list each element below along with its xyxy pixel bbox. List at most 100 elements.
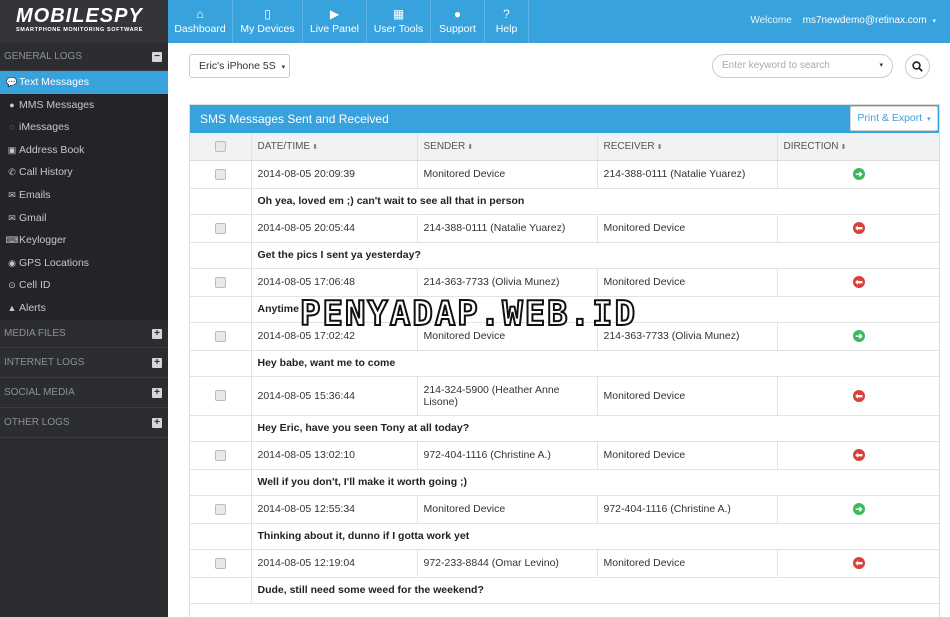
row-select-cell[interactable] (190, 160, 252, 189)
section-label: MEDIA FILES (4, 327, 66, 339)
briefcase-icon: ▦ (392, 7, 405, 21)
sidebar-item-alerts[interactable]: ▲ Alerts (0, 297, 168, 320)
section-general-logs[interactable]: GENERAL LOGS − (0, 43, 168, 71)
spacer-cell (190, 350, 252, 377)
sender-cell: 214-324-5900 (Heather Anne Lisone) (417, 376, 598, 416)
select-all-checkbox[interactable] (214, 140, 226, 152)
expand-icon[interactable]: + (152, 357, 162, 368)
chat-icon: 💬 (6, 77, 18, 87)
column-header-receiver[interactable]: RECEIVER ⬍ (597, 133, 778, 161)
export-label: Print & Export (857, 112, 923, 124)
nav-support[interactable]: ● Support (431, 0, 485, 43)
table-row[interactable]: 2014-08-05 17:02:42 Monitored Device 214-3… (190, 322, 939, 351)
sidebar-item-label: Emails (19, 188, 51, 201)
user-email[interactable]: ms7newdemo@retinax.com (803, 15, 927, 26)
row-select-cell[interactable] (190, 268, 252, 297)
row-checkbox[interactable] (214, 557, 226, 569)
column-header-direction[interactable]: DIRECTION ⬍ (777, 133, 939, 161)
expand-icon[interactable]: + (152, 417, 162, 428)
datetime-cell: 2014-08-05 17:06:48 (251, 268, 418, 297)
search-input[interactable]: Enter keyword to search ▾ (712, 54, 893, 78)
datetime-cell: 2014-08-05 20:05:44 (251, 214, 418, 243)
sidebar-item-label: GPS Locations (19, 256, 90, 269)
section-media-files[interactable]: MEDIA FILES + (0, 319, 168, 348)
expand-icon[interactable]: + (152, 328, 162, 339)
arrow-left-icon: ⬅ (853, 389, 865, 402)
nav-help[interactable]: ? Help (485, 0, 529, 43)
table-row[interactable]: 2014-08-05 20:05:44 214-388-0111 (Natalie… (190, 214, 939, 243)
column-header-sender[interactable]: SENDER ⬍ (417, 133, 598, 161)
row-checkbox[interactable] (214, 503, 226, 515)
welcome-area[interactable]: Welcome ms7newdemo@retinax.com ▾ (750, 15, 936, 26)
row-checkbox[interactable] (214, 449, 226, 461)
nav-label: Live Panel (309, 23, 360, 35)
sidebar-item-address-book[interactable]: ▣ Address Book (0, 139, 168, 162)
nav-label: Help (495, 23, 518, 35)
sidebar-item-gmail[interactable]: ✉ Gmail (0, 207, 168, 230)
search-button[interactable] (905, 54, 930, 79)
sidebar-item-keylogger[interactable]: ⌨Keylogger (0, 229, 168, 252)
sidebar-item-cell-id[interactable]: ⊙ Cell ID (0, 274, 168, 297)
row-select-cell[interactable] (190, 549, 252, 578)
message-text: Well if you don't, I'll make it worth go… (251, 469, 939, 496)
row-checkbox[interactable] (214, 222, 226, 234)
logo[interactable]: MOBILESPY SMARTPHONE MONITORING SOFTWARE (0, 0, 168, 43)
row-checkbox[interactable] (214, 168, 226, 180)
column-header-datetime[interactable]: DATE/TIME ⬍ (251, 133, 418, 161)
sidebar-item-emails[interactable]: ✉ Emails (0, 184, 168, 207)
row-select-cell[interactable] (190, 376, 252, 416)
sidebar-item-gps-locations[interactable]: ◉ GPS Locations (0, 252, 168, 275)
nav-user-tools[interactable]: ▦ User Tools (367, 0, 431, 43)
column-label: DIRECTION (783, 140, 839, 152)
message-text: Thinking about it, dunno if I gotta work… (251, 523, 939, 550)
print-export-button[interactable]: Print & Export ▾ (850, 106, 938, 131)
table-row[interactable]: 2014-08-05 15:36:44 214-324-5900 (Heather… (190, 376, 939, 416)
mobile-icon: ▯ (264, 7, 271, 21)
section-internet-logs[interactable]: INTERNET LOGS + (0, 347, 168, 378)
section-other-logs[interactable]: OTHER LOGS + (0, 407, 168, 438)
expand-icon[interactable]: + (152, 387, 162, 398)
sidebar-item-call-history[interactable]: ✆ Call History (0, 161, 168, 184)
datetime-cell: 2014-08-05 12:55:34 (251, 495, 418, 524)
row-select-cell[interactable] (190, 441, 252, 470)
section-social-media[interactable]: SOCIAL MEDIA + (0, 377, 168, 408)
collapse-icon[interactable]: − (152, 52, 162, 62)
spacer-cell (190, 188, 252, 215)
messages-table: DATE/TIME ⬍ SENDER ⬍ RECEIVER ⬍ DIRECTION ⬍ … (190, 133, 939, 604)
sidebar-item-label: MMS Messages (19, 98, 95, 111)
nav-my-devices[interactable]: ▯ My Devices (233, 0, 303, 43)
device-selector[interactable]: Eric's iPhone 5S ▾ (189, 54, 290, 78)
row-select-cell[interactable] (190, 495, 252, 524)
envelope-outline-icon: ✉ (8, 212, 16, 223)
chevron-down-icon: ▾ (932, 18, 936, 25)
table-row[interactable]: 2014-08-05 17:06:48 214-363-7733 (Olivia … (190, 268, 939, 297)
sidebar-item-imessages[interactable]: ◌ iMessages (0, 116, 168, 139)
receiver-cell: Monitored Device (597, 376, 778, 416)
nav-dashboard[interactable]: ⌂ Dashboard (168, 0, 233, 43)
message-text-row: Well if you don't, I'll make it worth go… (190, 469, 939, 496)
sidebar-item-text-messages[interactable]: 💬Text Messages (0, 71, 168, 94)
row-checkbox[interactable] (214, 330, 226, 342)
top-navbar: ⌂ Dashboard ▯ My Devices ▶ Live Panel ▦ User To… (168, 0, 950, 43)
home-icon: ⌂ (196, 7, 204, 21)
sidebar-item-label: Cell ID (19, 279, 51, 292)
table-row[interactable]: 2014-08-05 12:19:04 972-233-8844 (Omar Le… (190, 549, 939, 578)
question-icon: ? (503, 7, 510, 21)
sidebar-item-mms-messages[interactable]: ● MMS Messages (0, 94, 168, 117)
address-book-icon: ▣ (7, 144, 17, 155)
select-all-header[interactable] (190, 133, 252, 161)
row-checkbox[interactable] (214, 390, 226, 402)
table-row[interactable]: 2014-08-05 12:55:34 Monitored Device 972-4… (190, 495, 939, 524)
nav-live-panel[interactable]: ▶ Live Panel (303, 0, 367, 43)
table-row[interactable]: 2014-08-05 13:02:10 972-404-1116 (Christi… (190, 441, 939, 470)
spacer-cell (190, 523, 252, 550)
row-select-cell[interactable] (190, 322, 252, 351)
row-checkbox[interactable] (214, 276, 226, 288)
video-icon: ▶ (329, 7, 340, 21)
sender-cell: Monitored Device (417, 322, 598, 351)
row-select-cell[interactable] (190, 214, 252, 243)
sidebar-item-label: Keylogger (19, 234, 67, 247)
sidebar-item-label: Alerts (19, 301, 46, 314)
arrow-left-icon: ⬅ (853, 222, 865, 234)
table-row[interactable]: 2014-08-05 20:09:39 Monitored Device 214-3… (190, 160, 939, 189)
